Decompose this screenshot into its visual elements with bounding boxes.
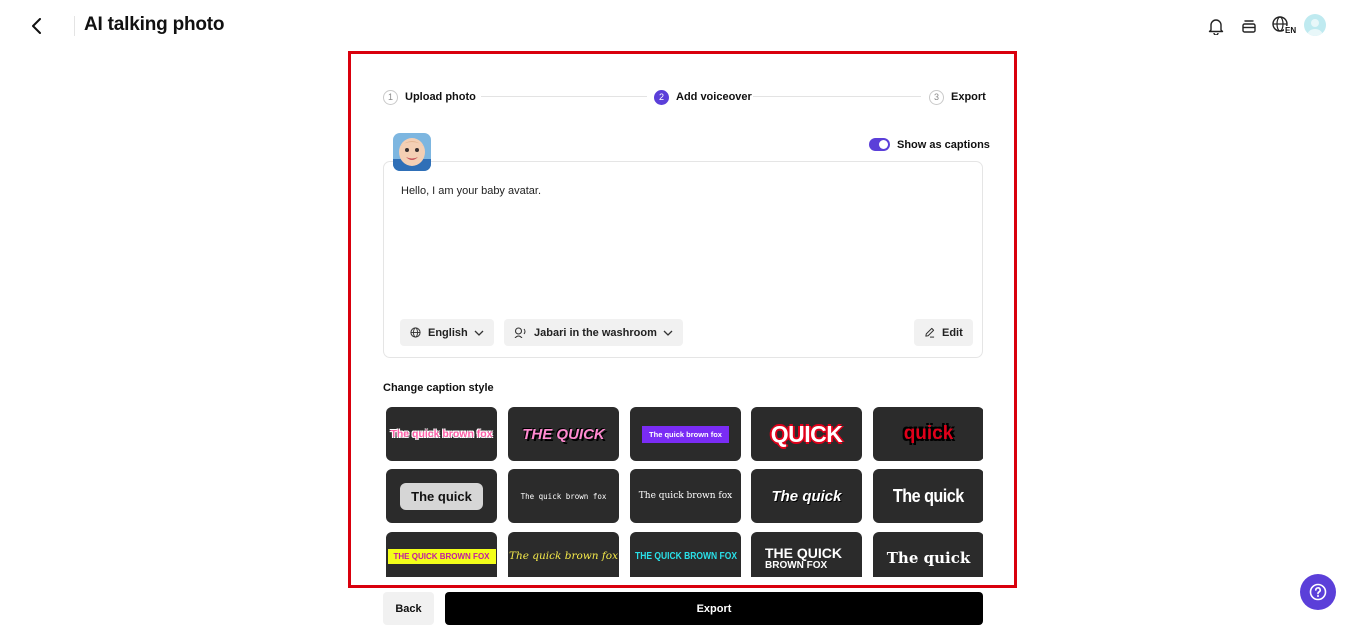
language-badge: EN xyxy=(1284,26,1298,35)
caption-style-sample: The quick brown fox xyxy=(390,428,493,440)
bell-icon[interactable] xyxy=(1205,15,1227,37)
caption-style-tile[interactable]: The quick xyxy=(751,469,862,523)
globe-icon xyxy=(410,327,421,338)
header-divider xyxy=(74,16,75,36)
caption-style-sample: The quick xyxy=(771,487,842,505)
caption-style-sample: BROWN FOX xyxy=(765,560,828,571)
caption-style-tile[interactable]: The quick brown fox xyxy=(508,469,619,523)
top-header: AI talking photo EN xyxy=(0,0,1365,52)
caption-style-sample: The quick xyxy=(400,482,483,510)
language-dropdown[interactable]: English xyxy=(400,319,494,346)
caption-style-tile[interactable]: THE QUICK xyxy=(508,407,619,461)
step-number: 3 xyxy=(929,89,944,105)
caption-style-tile[interactable]: The quick brown fox xyxy=(630,407,741,461)
caption-style-sample: THE QUICK xyxy=(522,425,605,443)
step-label: Upload photo xyxy=(405,91,476,103)
caption-style-tile[interactable]: QUICK xyxy=(751,407,862,461)
back-button[interactable]: Back xyxy=(383,592,434,625)
caption-style-sample: quick xyxy=(903,423,954,444)
caption-style-tile[interactable]: The quick xyxy=(386,469,497,523)
show-captions-toggle[interactable]: Show as captions xyxy=(869,138,990,151)
caption-style-sample: QUICK xyxy=(770,420,843,447)
chevron-down-icon xyxy=(663,330,673,336)
caption-style-sample: The quick brown fox xyxy=(642,425,729,443)
caption-style-sample: The quick xyxy=(886,549,971,567)
language-value: English xyxy=(428,326,468,339)
caption-style-tile[interactable]: THE QUICK BROWN FOX xyxy=(630,532,741,577)
avatar-photo-thumbnail xyxy=(393,133,431,171)
step-upload-photo[interactable]: 1 Upload photo xyxy=(383,88,476,106)
export-button[interactable]: Export xyxy=(445,592,983,625)
caption-style-sample: THE QUICK xyxy=(765,545,842,561)
caption-style-tile[interactable]: The quick xyxy=(873,532,983,577)
edit-button[interactable]: Edit xyxy=(914,319,973,346)
step-add-voiceover[interactable]: 2 Add voiceover xyxy=(654,88,752,106)
caption-style-tile[interactable]: quick xyxy=(873,407,983,461)
caption-style-sample: THE QUICK BROWN FOX xyxy=(387,548,496,564)
toggle-label: Show as captions xyxy=(897,138,990,151)
page-title: AI talking photo xyxy=(84,14,225,35)
caption-style-title: Change caption style xyxy=(383,382,494,394)
caption-style-sample: THE QUICK BROWN FOX xyxy=(634,550,737,562)
caption-style-sample: The quick brown fox xyxy=(520,491,607,501)
step-export[interactable]: 3 Export xyxy=(929,88,986,106)
back-arrow-icon[interactable] xyxy=(26,14,48,38)
user-avatar[interactable] xyxy=(1304,14,1326,36)
edit-label: Edit xyxy=(942,326,963,339)
caption-style-tile[interactable]: THE QUICK BROWN FOX xyxy=(751,532,862,577)
voice-icon xyxy=(514,327,527,338)
caption-style-sample: The quick xyxy=(893,485,964,506)
caption-style-sample: The quick brown fox xyxy=(638,491,733,501)
step-connector xyxy=(481,96,647,97)
help-icon[interactable] xyxy=(1300,574,1336,610)
stepper: 1 Upload photo 2 Add voiceover 3 Export xyxy=(383,88,986,106)
step-number: 2 xyxy=(654,89,669,105)
caption-style-grid: The quick brown fox THE QUICK The quick … xyxy=(386,407,983,577)
caption-style-tile[interactable]: The quick brown fox xyxy=(508,532,619,577)
globe-language-icon[interactable]: EN xyxy=(1271,15,1298,37)
step-number: 1 xyxy=(383,89,398,105)
chevron-down-icon xyxy=(474,330,484,336)
caption-style-sample: The quick brown fox xyxy=(508,550,619,562)
step-label: Export xyxy=(951,91,986,103)
step-connector xyxy=(753,96,921,97)
script-text[interactable]: Hello, I am your baby avatar. xyxy=(401,185,541,197)
voice-dropdown[interactable]: Jabari in the washroom xyxy=(504,319,683,346)
caption-style-tile[interactable]: The quick brown fox xyxy=(630,469,741,523)
toggle-switch[interactable] xyxy=(869,138,890,151)
script-textarea[interactable]: Hello, I am your baby avatar. English Ja… xyxy=(383,161,983,358)
caption-style-tile[interactable]: The quick brown fox xyxy=(386,407,497,461)
caption-style-tile[interactable]: The quick xyxy=(873,469,983,523)
voice-value: Jabari in the washroom xyxy=(534,326,657,339)
step-label: Add voiceover xyxy=(676,91,752,103)
pencil-icon xyxy=(924,327,935,338)
card-stack-icon[interactable] xyxy=(1238,15,1260,37)
caption-style-tile[interactable]: THE QUICK BROWN FOX xyxy=(386,532,497,577)
